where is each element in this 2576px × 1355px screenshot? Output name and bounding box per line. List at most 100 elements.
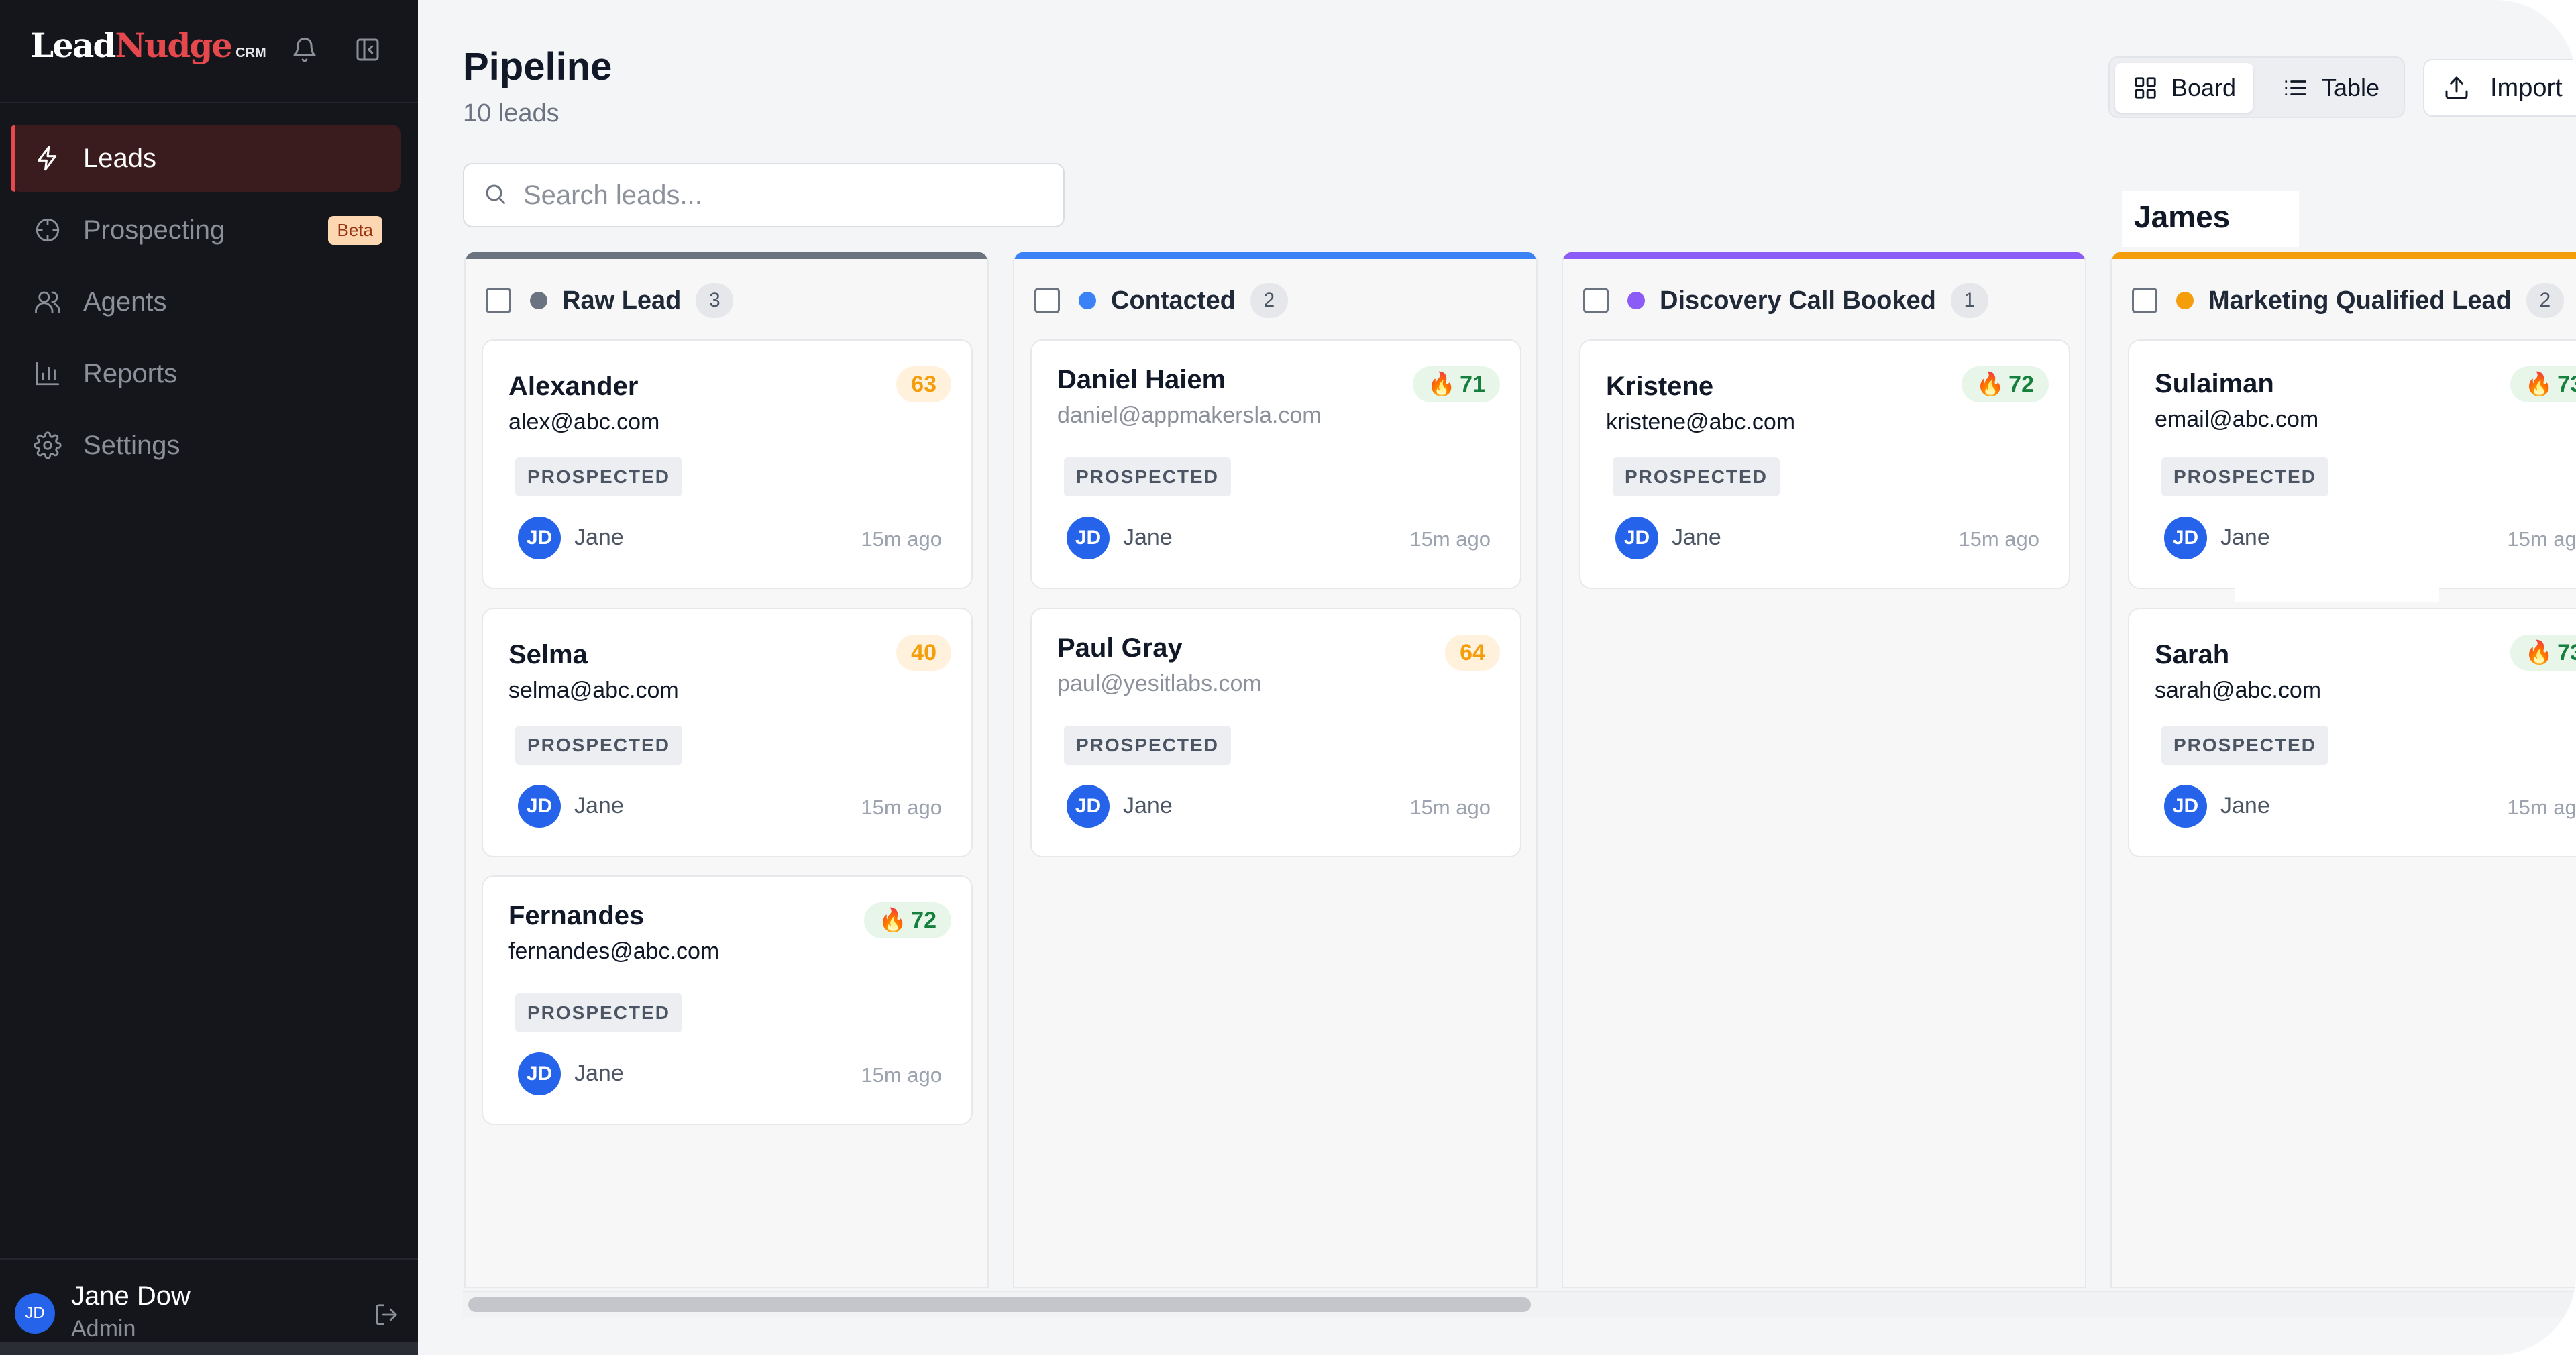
- column-contacted: Contacted 2 Daniel Haiem daniel@appmaker…: [1013, 252, 1538, 1288]
- status-tag: PROSPECTED: [1064, 726, 1231, 765]
- lead-score-badge: 🔥73: [2510, 366, 2576, 402]
- search-input[interactable]: [523, 180, 1033, 211]
- column-color-bar: [1014, 252, 1536, 259]
- timestamp: 15m ago: [861, 527, 942, 551]
- search-box[interactable]: [463, 163, 1065, 227]
- column-count-badge: 3: [696, 283, 734, 318]
- gear-icon: [31, 429, 64, 462]
- lead-card[interactable]: Kristene kristene@abc.com 🔥 72 PROSPECTED…: [1579, 339, 2070, 589]
- scrollbar-thumb[interactable]: [468, 1297, 1531, 1312]
- timestamp: 15m ago: [2507, 527, 2576, 551]
- lead-email: sarah@abc.com: [2155, 678, 2322, 703]
- lead-email: kristene@abc.com: [1606, 409, 1796, 435]
- lead-score-badge: 🔥73: [2510, 635, 2576, 671]
- collapse-sidebar-icon[interactable]: [352, 34, 384, 66]
- lead-name: Alexander: [508, 372, 639, 401]
- lead-email: paul@yesitlabs.com: [1057, 671, 1262, 696]
- lead-score: 73: [2557, 371, 2576, 397]
- brand-word-nudge: Nudge: [115, 25, 233, 65]
- lead-name: Fernandes: [508, 901, 645, 930]
- sidebar-item-leads[interactable]: Leads: [11, 125, 401, 192]
- horizontal-scrollbar[interactable]: [463, 1291, 2576, 1317]
- owner-name: Jane: [574, 793, 624, 818]
- fire-icon: 🔥: [1427, 372, 1456, 397]
- lead-score-badge: 🔥 71: [1412, 366, 1500, 402]
- lead-card[interactable]: Paul Gray paul@yesitlabs.com 64 PROSPECT…: [1030, 608, 1521, 857]
- lead-card[interactable]: Fernandes fernandes@abc.com 🔥 72 PROSPECT…: [482, 875, 973, 1125]
- owner-name: Jane: [1123, 793, 1173, 818]
- column-header: Discovery Call Booked 1: [1583, 282, 1988, 319]
- column-title: Discovery Call Booked: [1660, 286, 1936, 315]
- owner-avatar: JD: [1615, 517, 1658, 559]
- lead-name: Sarah: [2155, 640, 2230, 669]
- lead-name: Sulaiman: [2155, 369, 2274, 398]
- column-count-badge: 2: [2526, 283, 2564, 318]
- column-count-badge: 1: [1950, 283, 1988, 318]
- lead-score-badge: 64: [1445, 635, 1500, 671]
- lead-score: 64: [1460, 639, 1485, 665]
- sidebar-item-label: Agents: [83, 286, 167, 317]
- owner-name: Jane: [574, 1061, 624, 1086]
- import-button[interactable]: Import: [2423, 59, 2576, 117]
- sidebar-item-settings[interactable]: Settings: [11, 412, 401, 479]
- page-title: Pipeline: [463, 45, 612, 89]
- sidebar-item-reports[interactable]: Reports: [11, 340, 401, 407]
- drag-placeholder: [2235, 588, 2439, 602]
- avatar: JD: [15, 1293, 55, 1334]
- lead-card[interactable]: Daniel Haiem daniel@appmakersla.com 🔥 71 …: [1030, 339, 1521, 589]
- sidebar-item-label: Prospecting: [83, 215, 225, 245]
- lead-card[interactable]: Alexander alex@abc.com 63 PROSPECTED JD …: [482, 339, 973, 589]
- sidebar-footer-divider: [0, 1258, 418, 1260]
- column-raw-lead: Raw Lead 3 Alexander alex@abc.com 63 PRO…: [464, 252, 989, 1288]
- select-all-checkbox[interactable]: [1034, 288, 1060, 313]
- column-discovery-call-booked: Discovery Call Booked 1 Kristene kristen…: [1562, 252, 2086, 1288]
- sidebar-item-label: Settings: [83, 430, 180, 460]
- owner-name: Jane: [574, 525, 624, 550]
- table-view-button[interactable]: Table: [2265, 63, 2397, 113]
- sidebar-item-label: Leads: [83, 143, 156, 173]
- owner-name: Jane: [2220, 525, 2270, 550]
- column-count-badge: 2: [1250, 283, 1288, 318]
- lead-score: 72: [911, 907, 936, 933]
- status-tag: PROSPECTED: [515, 993, 682, 1032]
- board-label: Board: [2171, 74, 2237, 101]
- grid-icon: [2133, 75, 2158, 101]
- select-all-checkbox[interactable]: [2132, 288, 2157, 313]
- import-label: Import: [2490, 73, 2563, 102]
- column-color-bar: [1563, 252, 2085, 259]
- sidebar-item-prospecting[interactable]: Prospecting Beta: [11, 197, 401, 264]
- select-all-checkbox[interactable]: [486, 288, 511, 313]
- lead-name: Selma: [508, 640, 588, 669]
- lead-card[interactable]: Sarah sarah@abc.com 🔥73 PROSPECTED JD Ja…: [2128, 608, 2576, 857]
- search-icon: [483, 182, 507, 209]
- logout-icon[interactable]: [369, 1297, 404, 1332]
- upload-icon: [2443, 74, 2470, 101]
- column-color-bar: [2112, 252, 2576, 259]
- table-label: Table: [2322, 74, 2380, 101]
- owner-avatar: JD: [1067, 785, 1110, 828]
- lead-score: 73: [2557, 639, 2576, 665]
- fire-icon: 🔥: [2524, 640, 2554, 665]
- select-all-checkbox[interactable]: [1583, 288, 1609, 313]
- user-name: Jane Dow: [71, 1281, 191, 1311]
- sidebar: Lead Nudge CRM Leads Prospecting Beta Ag…: [0, 0, 418, 1355]
- list-icon: [2283, 75, 2308, 101]
- fire-icon: 🔥: [2524, 372, 2554, 397]
- user-profile[interactable]: JD Jane Dow Admin: [15, 1275, 404, 1348]
- users-icon: [31, 285, 64, 319]
- dragged-card-label[interactable]: James: [2122, 191, 2299, 247]
- lead-email: email@abc.com: [2155, 406, 2319, 432]
- fire-icon: 🔥: [878, 908, 908, 933]
- status-tag: PROSPECTED: [1064, 457, 1231, 496]
- sidebar-item-agents[interactable]: Agents: [11, 268, 401, 335]
- board-view-button[interactable]: Board: [2115, 63, 2254, 113]
- lead-card[interactable]: Sulaiman email@abc.com 🔥73 PROSPECTED JD…: [2128, 339, 2576, 589]
- timestamp: 15m ago: [2507, 796, 2576, 819]
- lead-card[interactable]: Selma selma@abc.com 40 PROSPECTED JD Jan…: [482, 608, 973, 857]
- owner-name: Jane: [1123, 525, 1173, 550]
- owner-avatar: JD: [518, 517, 561, 559]
- lead-score: 71: [1460, 371, 1485, 397]
- column-header: Contacted 2: [1034, 282, 1288, 319]
- bell-icon[interactable]: [288, 34, 321, 66]
- brand-logo[interactable]: Lead Nudge CRM: [30, 25, 266, 66]
